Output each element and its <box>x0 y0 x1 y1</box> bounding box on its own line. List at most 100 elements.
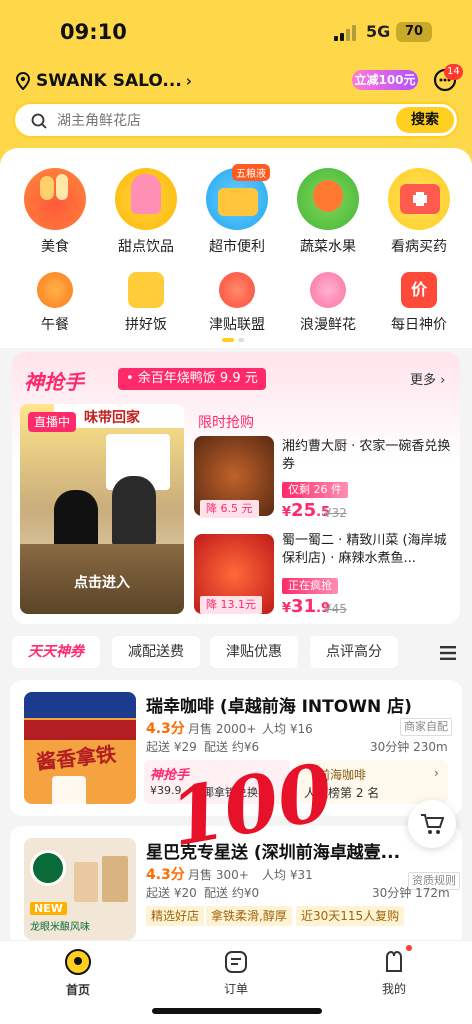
store-delivery-fee: 配送 约¥6 <box>204 740 260 754</box>
filter-delivery-discount[interactable]: 减配送费 <box>112 636 200 668</box>
category-lunch[interactable]: 午餐 <box>10 272 100 334</box>
store-delivery-fee: 配送 约¥0 <box>204 886 260 900</box>
deal-original-price: ¥45 <box>324 602 347 616</box>
store-chip: 精选好店 <box>146 906 205 926</box>
discount-label: 降 13.1元 <box>200 596 262 614</box>
store-title[interactable]: 瑞幸咖啡 (卓越前海 INTOWN 店) <box>146 692 412 717</box>
search-icon <box>31 113 47 129</box>
store-tag: 商家自配 <box>400 718 452 736</box>
menu-icon[interactable] <box>440 646 456 660</box>
search-bar: 搜索 <box>13 102 459 138</box>
cart-button[interactable] <box>408 800 456 848</box>
status-time: 09:10 <box>60 20 127 44</box>
store-logo: NEW 龙眼米酿风味 <box>24 838 136 940</box>
store-logo-text: 龙眼米酿风味 <box>30 922 90 933</box>
order-icon <box>225 951 247 973</box>
deal-tag: 正在疯抢 <box>282 578 338 594</box>
home-indicator <box>152 1008 322 1014</box>
profile-icon <box>386 950 402 972</box>
tab-label: 我的 <box>381 982 406 996</box>
store-chip: 近30天115人复购 <box>296 906 405 926</box>
network-label: 5G <box>366 22 391 41</box>
promo-badge[interactable]: 立减100元 <box>352 70 418 90</box>
tab-label: 首页 <box>65 983 90 997</box>
deal-price: ¥25.5 <box>282 500 331 521</box>
discount-label: 降 6.5 元 <box>200 500 259 518</box>
search-button[interactable]: 搜索 <box>396 107 454 133</box>
location-pin-icon <box>16 72 30 90</box>
live-banner-text: 味带回家 <box>84 410 140 426</box>
group-meal-icon <box>128 272 164 308</box>
store-time-distance: 30分钟 172m <box>372 886 450 900</box>
store-rating: 4.3分 <box>146 721 185 737</box>
category-label: 每日神价 <box>391 317 447 333</box>
chevron-right-icon: › <box>434 766 439 780</box>
filter-allowance[interactable]: 津贴优惠 <box>210 636 298 668</box>
category-label: 美食 <box>41 239 69 255</box>
category-label: 拼好饭 <box>125 317 167 333</box>
category-fruit[interactable]: 蔬菜水果 <box>283 168 373 256</box>
store-rating: 4.3分 <box>146 867 185 883</box>
category-food[interactable]: 美食 <box>10 168 100 256</box>
signal-icon <box>334 25 358 41</box>
store-avg-price: 人均 ¥31 <box>262 868 313 882</box>
category-allowance[interactable]: 津贴联盟 <box>192 272 282 334</box>
category-label: 浪漫鲜花 <box>300 317 356 333</box>
page-indicator <box>222 338 252 342</box>
search-input[interactable] <box>57 110 357 132</box>
store-min-order: 起送 ¥29 <box>146 740 197 754</box>
filter-high-rating[interactable]: 点评高分 <box>310 636 398 668</box>
flash-sale-tag[interactable]: • 余百年烧鸭饭 9.9 元 <box>118 368 266 390</box>
tab-orders[interactable]: 订单 <box>196 949 276 997</box>
tab-label: 订单 <box>223 982 248 996</box>
deal-tag: 仅剩 26 件 <box>282 482 348 498</box>
food-icon <box>24 168 86 230</box>
store-logo: 酱香拿铁 <box>24 692 136 804</box>
cart-icon <box>421 814 444 834</box>
status-bar: 09:10 5G 70 <box>0 0 472 62</box>
category-label: 津贴联盟 <box>209 317 265 333</box>
medicine-icon <box>388 168 450 230</box>
category-label: 蔬菜水果 <box>300 239 356 255</box>
deal-name[interactable]: 蜀一蜀二 · 精致川菜 (海岸城保利店) · 麻辣水煮鱼... <box>282 532 452 568</box>
category-label: 看病买药 <box>391 239 447 255</box>
filter-daily-coupon[interactable]: 天天神券 <box>12 636 100 668</box>
store-min-order: 起送 ¥20 <box>146 886 197 900</box>
more-link[interactable]: 更多 › <box>410 369 445 388</box>
store-sales: 月售 300+ <box>188 868 249 882</box>
live-enter-button[interactable]: 点击进入 <box>20 572 184 592</box>
message-badge: 14 <box>444 64 463 80</box>
category-supermarket[interactable]: 五粮液 超市便利 <box>192 164 282 256</box>
deal-name[interactable]: 湘约曹大厨 · 农家一碗香兑换券 <box>282 438 452 474</box>
location-selector[interactable]: SWANK SALO... › <box>16 70 192 92</box>
new-badge: NEW <box>30 902 67 915</box>
price-icon: 价 <box>401 272 437 308</box>
category-medicine[interactable]: 看病买药 <box>374 168 464 256</box>
allowance-icon <box>219 272 255 308</box>
store-chip: 拿铁柔滑,醇厚 <box>206 906 292 926</box>
battery-icon: 70 <box>396 22 432 42</box>
category-label: 甜点饮品 <box>118 239 174 255</box>
live-badge: 直播中 <box>28 412 77 432</box>
notification-dot <box>406 945 412 951</box>
starbucks-logo-icon <box>30 850 66 886</box>
tab-home[interactable]: 首页 <box>38 949 118 998</box>
category-daily-price[interactable]: 价 每日神价 <box>374 272 464 334</box>
category-label: 午餐 <box>41 317 69 333</box>
category-dessert[interactable]: 甜点饮品 <box>101 168 191 256</box>
dessert-icon <box>115 168 177 230</box>
category-flower[interactable]: 浪漫鲜花 <box>283 272 373 334</box>
filter-bar: 天天神券 减配送费 津贴优惠 点评高分 <box>0 630 472 674</box>
tab-profile[interactable]: 我的 <box>354 945 434 997</box>
home-icon <box>65 949 91 975</box>
location-label: SWANK SALO... <box>36 71 182 91</box>
deal-price: ¥31.9 <box>282 596 331 617</box>
limited-time-label: 限时抢购 <box>198 415 254 431</box>
fruit-icon <box>297 168 359 230</box>
store-time-distance: 30分钟 230m <box>370 740 448 754</box>
flash-sale-logo: 神抢手 <box>24 370 84 394</box>
category-label: 超市便利 <box>209 239 265 255</box>
category-group-meal[interactable]: 拼好饭 <box>101 272 191 334</box>
supermarket-badge: 五粮液 <box>232 164 270 181</box>
flower-icon <box>310 272 346 308</box>
